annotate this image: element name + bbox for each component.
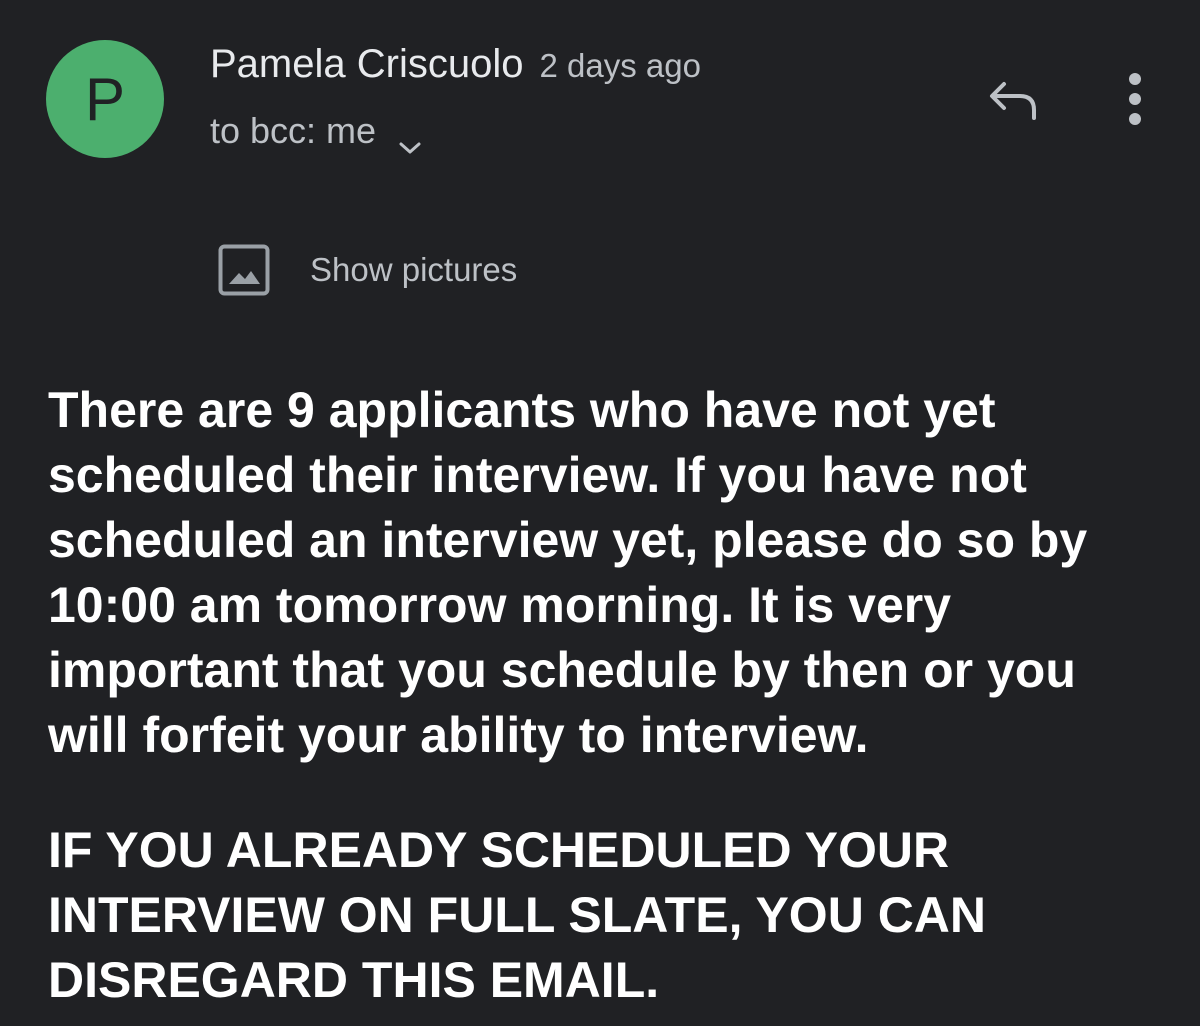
- show-pictures-label: Show pictures: [310, 251, 518, 288]
- sender-line: Pamela Criscuolo 2 days ago: [210, 42, 701, 87]
- reply-button[interactable]: [978, 72, 1050, 132]
- more-options-button[interactable]: [1110, 70, 1160, 132]
- recipient-text: to bcc: me: [210, 110, 377, 151]
- more-vertical-icon: [1127, 71, 1143, 132]
- show-pictures-button[interactable]: Show pictures: [218, 244, 517, 296]
- message-body-notice: IF YOU ALREADY SCHEDULED YOUR INTERVIEW …: [48, 822, 987, 1008]
- chevron-down-icon: [398, 123, 422, 154]
- message-timestamp: 2 days ago: [539, 47, 701, 84]
- recipient-details-toggle[interactable]: to bcc: me: [210, 110, 422, 154]
- avatar-letter: P: [84, 65, 126, 133]
- image-icon: [218, 244, 270, 296]
- message-body-paragraph: There are 9 applicants who have not yet …: [48, 382, 1088, 763]
- reply-icon: [986, 80, 1042, 125]
- sender-name[interactable]: Pamela Criscuolo: [210, 42, 523, 87]
- sender-avatar[interactable]: P: [46, 40, 164, 158]
